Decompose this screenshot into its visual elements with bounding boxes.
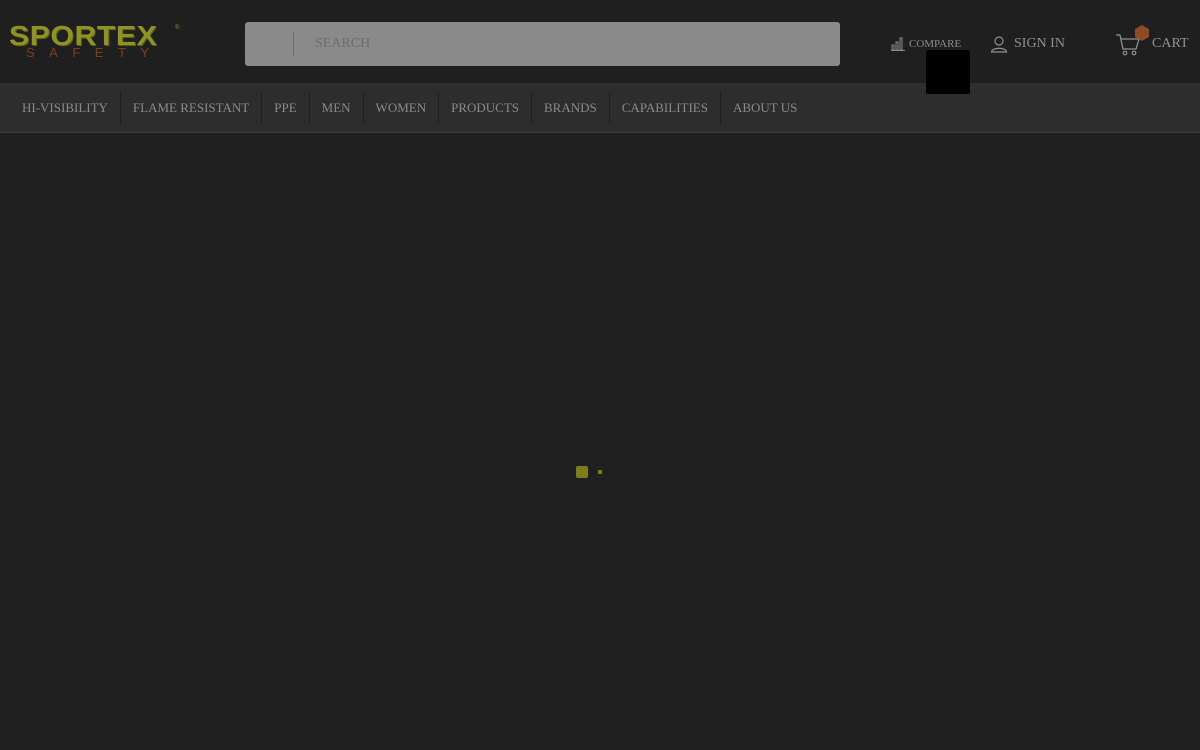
logo-tagline: SAFETY: [26, 45, 164, 60]
nav-item-products[interactable]: PRODUCTS: [439, 92, 533, 123]
cart-link[interactable]: CART: [1115, 29, 1189, 59]
overlay-block: [926, 50, 970, 94]
loading-spinner: [576, 466, 606, 478]
search-input[interactable]: [315, 22, 825, 66]
search-divider: [293, 32, 294, 56]
loader-dot-small: [598, 470, 602, 474]
loader-dot-large: [576, 466, 588, 478]
nav-item-flame-resistant[interactable]: FLAME RESISTANT: [121, 92, 263, 123]
nav-item-brands[interactable]: BRANDS: [532, 92, 610, 123]
nav-item-hi-visibility[interactable]: HI-VISIBILITY: [10, 92, 121, 123]
site-header: SPORTEX ® SAFETY COMPARE SIGN IN CART: [0, 0, 1200, 94]
cart-count-badge: [1135, 25, 1149, 41]
main-navigation: HI-VISIBILITY FLAME RESISTANT PPE MEN WO…: [0, 83, 1200, 133]
bar-chart-icon: [891, 37, 905, 51]
logo-trademark: ®: [175, 25, 180, 31]
nav-item-ppe[interactable]: PPE: [262, 92, 310, 123]
search-bar: [245, 22, 840, 66]
sign-in-label: SIGN IN: [1014, 36, 1065, 51]
site-logo[interactable]: SPORTEX ® SAFETY: [9, 22, 181, 64]
nav-item-capabilities[interactable]: CAPABILITIES: [610, 92, 721, 123]
nav-item-men[interactable]: MEN: [310, 92, 364, 123]
compare-label: COMPARE: [909, 38, 962, 50]
sign-in-link[interactable]: SIGN IN: [990, 33, 1065, 55]
user-icon: [990, 36, 1008, 53]
nav-item-about-us[interactable]: ABOUT US: [721, 93, 809, 123]
cart-label: CART: [1152, 36, 1189, 51]
nav-item-women[interactable]: WOMEN: [364, 92, 440, 123]
